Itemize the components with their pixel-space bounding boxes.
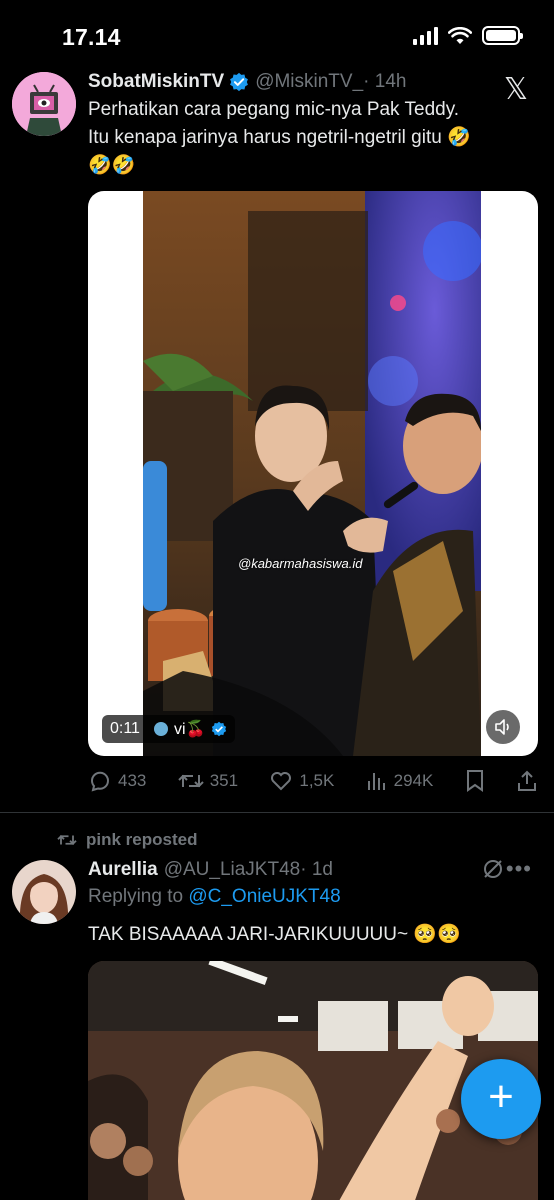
verified-badge-icon bbox=[230, 72, 249, 92]
video-duration: 0:11 bbox=[110, 720, 140, 737]
views-icon bbox=[367, 773, 385, 790]
repost-count: 351 bbox=[209, 771, 239, 790]
bookmark-button[interactable] bbox=[465, 769, 485, 793]
author-handle[interactable]: @AU_LiaJKT48 bbox=[164, 859, 301, 881]
plus-icon: + bbox=[488, 1072, 514, 1121]
grok-icon[interactable] bbox=[482, 858, 504, 880]
like-button[interactable]: 1,5K bbox=[269, 769, 334, 793]
speaker-icon bbox=[495, 719, 509, 735]
tweet-text: TAK BISAAAAA JARI-JARIKUUUUU~ 🥺🥺 bbox=[88, 924, 461, 945]
tweet-header: Aurellia @AU_LiaJKT48 · 1d bbox=[88, 859, 333, 881]
more-options-icon[interactable]: ••• bbox=[506, 856, 532, 882]
compose-button[interactable]: + bbox=[461, 1059, 541, 1139]
repost-button[interactable]: 351 bbox=[177, 769, 239, 793]
tweet-text-line: Itu kenapa jarinya harus ngetril-ngetril… bbox=[88, 127, 471, 148]
heart-icon bbox=[271, 772, 292, 791]
repost-label: pink reposted bbox=[86, 830, 198, 849]
reply-icon bbox=[90, 771, 109, 792]
views-count: 294K bbox=[393, 771, 434, 790]
like-count: 1,5K bbox=[299, 771, 335, 790]
video-thumbnail bbox=[143, 191, 481, 756]
tweet-actions: 433 351 1,5K 294K bbox=[88, 764, 538, 798]
avatar[interactable] bbox=[12, 860, 76, 924]
video-source-label: vi🍒 bbox=[173, 721, 206, 738]
tweet-sobatmiskintv[interactable]: SobatMiskinTV @MiskinTV_ · 14h 𝕏 Perhati… bbox=[0, 0, 554, 812]
mute-button[interactable] bbox=[486, 710, 520, 744]
share-icon bbox=[518, 770, 536, 791]
reply-count: 433 bbox=[118, 771, 147, 790]
repost-icon bbox=[177, 774, 204, 788]
tweet-text-line: 🤣🤣 bbox=[88, 155, 136, 176]
video-frame: @kabarmahasiswa.id bbox=[143, 191, 481, 756]
share-button[interactable] bbox=[516, 769, 538, 793]
tweet-header: SobatMiskinTV @MiskinTV_ · 14h bbox=[88, 71, 406, 93]
reply-button[interactable]: 433 bbox=[88, 769, 146, 793]
replying-to-handle[interactable]: @C_OnieUJKT48 bbox=[188, 886, 340, 907]
views-button[interactable]: 294K bbox=[366, 770, 434, 792]
tv-avatar-icon bbox=[12, 72, 76, 136]
verified-badge-icon bbox=[212, 721, 227, 737]
avatar[interactable] bbox=[12, 72, 76, 136]
author-name[interactable]: SobatMiskinTV bbox=[88, 71, 224, 93]
author-handle[interactable]: @MiskinTV_ bbox=[255, 71, 363, 93]
replying-to: Replying to @C_OnieUJKT48 bbox=[88, 886, 341, 908]
repost-indicator[interactable]: pink reposted bbox=[56, 830, 197, 850]
video-watermark: @kabarmahasiswa.id bbox=[238, 556, 363, 571]
video-player[interactable]: @kabarmahasiswa.id 0:11 vi🍒 bbox=[88, 191, 538, 756]
replying-to-prefix: Replying to bbox=[88, 886, 184, 907]
tweet-text-line: Perhatikan cara pegang mic-nya Pak Teddy… bbox=[88, 99, 460, 120]
repost-icon bbox=[57, 834, 77, 846]
tweet-time[interactable]: · 14h bbox=[363, 71, 406, 93]
globe-icon bbox=[153, 722, 168, 736]
author-name[interactable]: Aurellia bbox=[88, 859, 158, 881]
profile-photo bbox=[12, 860, 76, 924]
bookmark-icon bbox=[466, 770, 483, 792]
tweet-time[interactable]: · 1d bbox=[300, 859, 333, 881]
video-duration-overlay: 0:11 vi🍒 bbox=[102, 715, 236, 743]
tweet-text: Perhatikan cara pegang mic-nya Pak Teddy… bbox=[88, 96, 528, 180]
